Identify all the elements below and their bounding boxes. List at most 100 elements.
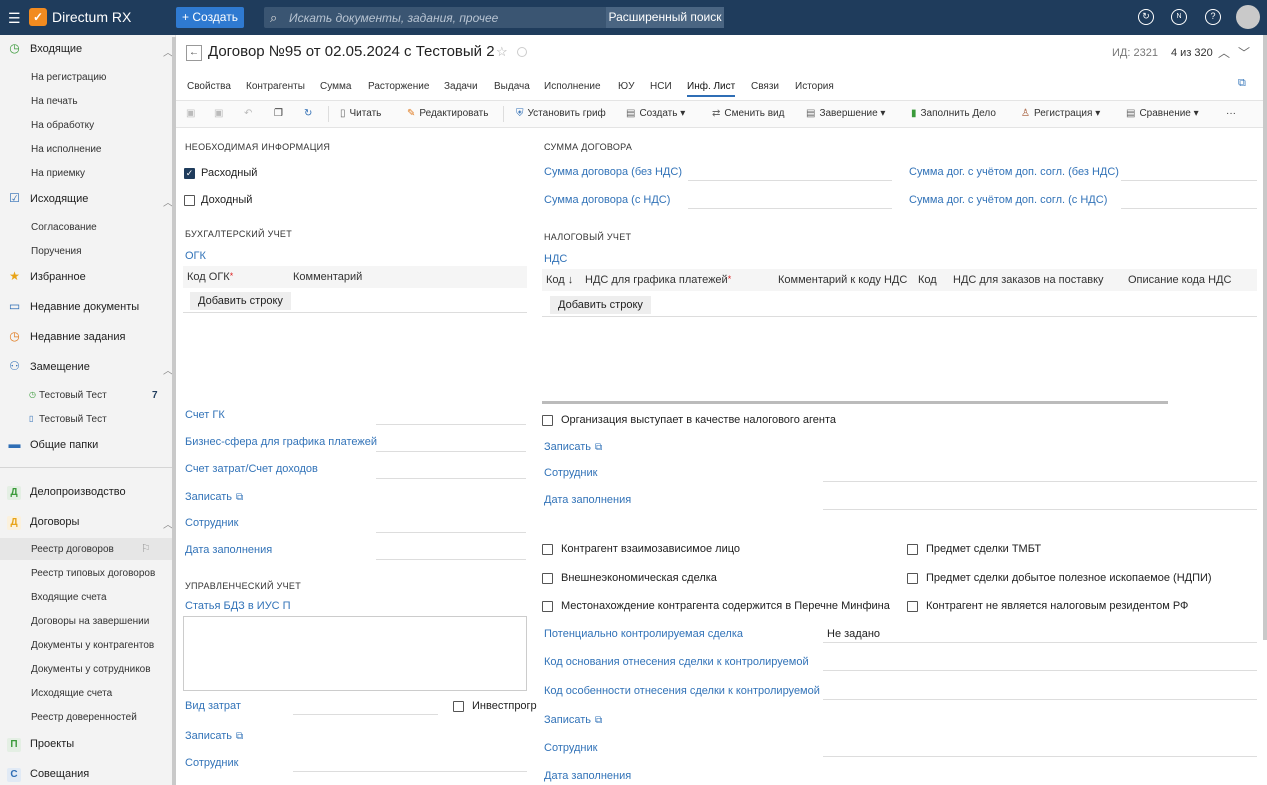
completion-button[interactable]: ▤ Завершение ▾ — [806, 108, 885, 119]
col-vat-orders[interactable]: НДС для заказов на поставку — [953, 274, 1104, 286]
sidebar-subitem[interactable]: На печать — [31, 96, 78, 107]
tab-nsi[interactable]: НСИ — [650, 81, 672, 92]
col-ogk-code[interactable]: Код ОГК* — [187, 271, 233, 283]
tmbt-checkbox[interactable] — [907, 544, 918, 555]
ctrl-feature-code-label[interactable]: Код особенности отнесения сделки к контр… — [544, 685, 820, 697]
change-type-button[interactable]: ⇄ Сменить вид — [712, 108, 784, 119]
bdz-article-field[interactable] — [183, 616, 527, 691]
more-button[interactable]: ··· — [1226, 108, 1236, 119]
col-code[interactable]: Код ↓ — [546, 274, 573, 286]
record-link[interactable]: Записать ⧉ — [185, 491, 243, 503]
sidebar-subitem[interactable]: На исполнение — [31, 144, 102, 155]
sidebar-item-shared-folders[interactable]: ▬ Общие папки — [0, 435, 172, 457]
sync-icon[interactable]: ↻ — [1138, 9, 1154, 25]
avatar[interactable] — [1236, 5, 1260, 29]
sidebar-subitem[interactable]: Согласование — [31, 222, 97, 233]
ctrl-basis-code-field[interactable] — [823, 670, 1257, 671]
employee-field[interactable] — [823, 756, 1257, 757]
sidebar-subitem[interactable]: Реестр типовых договоров — [31, 568, 155, 579]
col-comment[interactable]: Комментарий — [293, 271, 362, 283]
non-resident-checkbox[interactable] — [907, 601, 918, 612]
col-comment-vat[interactable]: Комментарий к коду НДС — [778, 274, 907, 286]
sidebar-subitem[interactable]: Документы у сотрудников — [31, 664, 151, 675]
favorite-star-icon[interactable]: ☆ — [496, 44, 508, 60]
add-row-button[interactable]: Добавить строку — [550, 296, 651, 314]
interdependent-checkbox[interactable] — [542, 544, 553, 555]
save-close-icon[interactable]: ▣ — [214, 108, 223, 119]
cost-account-field[interactable] — [376, 478, 526, 479]
tab-tasks[interactable]: Задачи — [444, 81, 478, 92]
sidebar-item-outgoing[interactable]: ☑ Исходящие — [0, 189, 172, 211]
search-input[interactable]: Искать документы, задания, прочее — [289, 11, 498, 25]
expense-checkbox[interactable]: ✓ — [184, 168, 195, 179]
sidebar-subitem[interactable]: На регистрацию — [31, 72, 106, 83]
tab-issuance[interactable]: Выдача — [494, 81, 530, 92]
sidebar-item-contracts[interactable]: Договоры — [30, 516, 79, 528]
sidebar-item-projects[interactable]: Проекты — [30, 738, 74, 750]
sidebar-subitem[interactable]: Поручения — [31, 246, 82, 257]
tab-links[interactable]: Связи — [751, 81, 779, 92]
save-icon[interactable]: ▣ — [186, 108, 195, 119]
tab-sum[interactable]: Сумма — [320, 81, 351, 92]
sidebar-item-records[interactable]: Делопроизводство — [30, 486, 126, 498]
main-scrollbar[interactable] — [1263, 35, 1267, 640]
col-code2[interactable]: Код — [918, 274, 937, 286]
sidebar-subitem[interactable]: Реестр доверенностей — [31, 712, 137, 723]
income-checkbox[interactable] — [184, 195, 195, 206]
gl-account-label[interactable]: Счет ГК — [185, 409, 225, 421]
popout-icon[interactable]: ⧉ — [1238, 77, 1246, 90]
col-vat-schedule[interactable]: НДС для графика платежей* — [585, 274, 731, 286]
cost-type-field[interactable] — [293, 714, 438, 715]
sidebar-subitem[interactable]: Входящие счета — [31, 592, 107, 603]
refresh-icon[interactable]: ↻ — [304, 108, 312, 119]
tax-agent-checkbox[interactable] — [542, 415, 553, 426]
sidebar-subitem[interactable]: Тестовый Тест — [39, 414, 107, 425]
ctrl-basis-code-label[interactable]: Код основания отнесения сделки к контрол… — [544, 656, 809, 668]
foreign-trade-checkbox[interactable] — [542, 573, 553, 584]
chevron-down-icon[interactable]: ﹀ — [1238, 44, 1250, 61]
app-name[interactable]: Directum RX — [52, 9, 131, 25]
record-link[interactable]: Записать ⧉ — [544, 714, 602, 726]
employee-field[interactable] — [293, 771, 527, 772]
controlled-select[interactable]: Не задано — [827, 628, 880, 640]
menu-icon[interactable]: ☰ — [8, 10, 21, 27]
invest-checkbox[interactable] — [453, 701, 464, 712]
news-icon[interactable]: N — [1171, 9, 1187, 25]
advanced-search-button[interactable]: Расширенный поиск — [606, 7, 724, 28]
tab-history[interactable]: История — [795, 81, 834, 92]
sidebar-item-recent-docs[interactable]: ▭ Недавние документы — [0, 297, 172, 319]
business-sphere-label[interactable]: Бизнес-сфера для графика платежей — [185, 436, 377, 448]
ctrl-feature-code-field[interactable] — [823, 699, 1257, 700]
add-row-button[interactable]: Добавить строку — [190, 292, 291, 310]
sidebar-item-substitution[interactable]: ⚇ Замещение — [0, 357, 172, 379]
business-sphere-field[interactable] — [376, 451, 526, 452]
sidebar-subitem[interactable]: Тестовый Тест — [39, 390, 107, 401]
fill-date-field[interactable] — [823, 509, 1257, 510]
sidebar-subitem[interactable]: Договоры на завершении — [31, 616, 149, 627]
copy-icon[interactable]: ❐ — [274, 108, 283, 119]
sidebar-subitem[interactable]: На приемку — [31, 168, 85, 179]
bdz-article-label[interactable]: Статья БДЗ в ИУС П — [185, 600, 291, 612]
col-vat-desc[interactable]: Описание кода НДС — [1128, 274, 1231, 286]
employee-field[interactable] — [376, 532, 526, 533]
fill-case-button[interactable]: ▮ Заполнить Дело — [911, 108, 996, 119]
sidebar-subitem[interactable]: Исходящие счета — [31, 688, 112, 699]
search-box[interactable]: ⌕ Искать документы, задания, прочее Расш… — [264, 7, 724, 28]
gl-account-field[interactable] — [376, 424, 526, 425]
back-arrow-icon[interactable]: ← — [186, 45, 202, 61]
sidebar-item-favorites[interactable]: ★ Избранное — [0, 267, 172, 289]
grid-horizontal-scrollbar[interactable] — [542, 401, 1168, 404]
cost-account-label[interactable]: Счет затрат/Счет доходов — [185, 463, 318, 475]
undo-icon[interactable]: ↶ — [244, 108, 252, 119]
sum-add-no-vat-field[interactable] — [1121, 180, 1257, 181]
tab-termination[interactable]: Расторжение — [368, 81, 429, 92]
sidebar-item-recent-tasks[interactable]: ◷ Недавние задания — [0, 327, 172, 349]
record-link[interactable]: Записать ⧉ — [185, 730, 243, 742]
ndpi-checkbox[interactable] — [907, 573, 918, 584]
sum-no-vat-field[interactable] — [688, 180, 892, 181]
sidebar-subitem[interactable]: Реестр договоров — [31, 544, 114, 555]
minfin-list-checkbox[interactable] — [542, 601, 553, 612]
cost-type-label[interactable]: Вид затрат — [185, 700, 241, 712]
chevron-up-icon[interactable]: ︿ — [1218, 44, 1230, 61]
create-button[interactable]: + Создать — [176, 7, 244, 28]
